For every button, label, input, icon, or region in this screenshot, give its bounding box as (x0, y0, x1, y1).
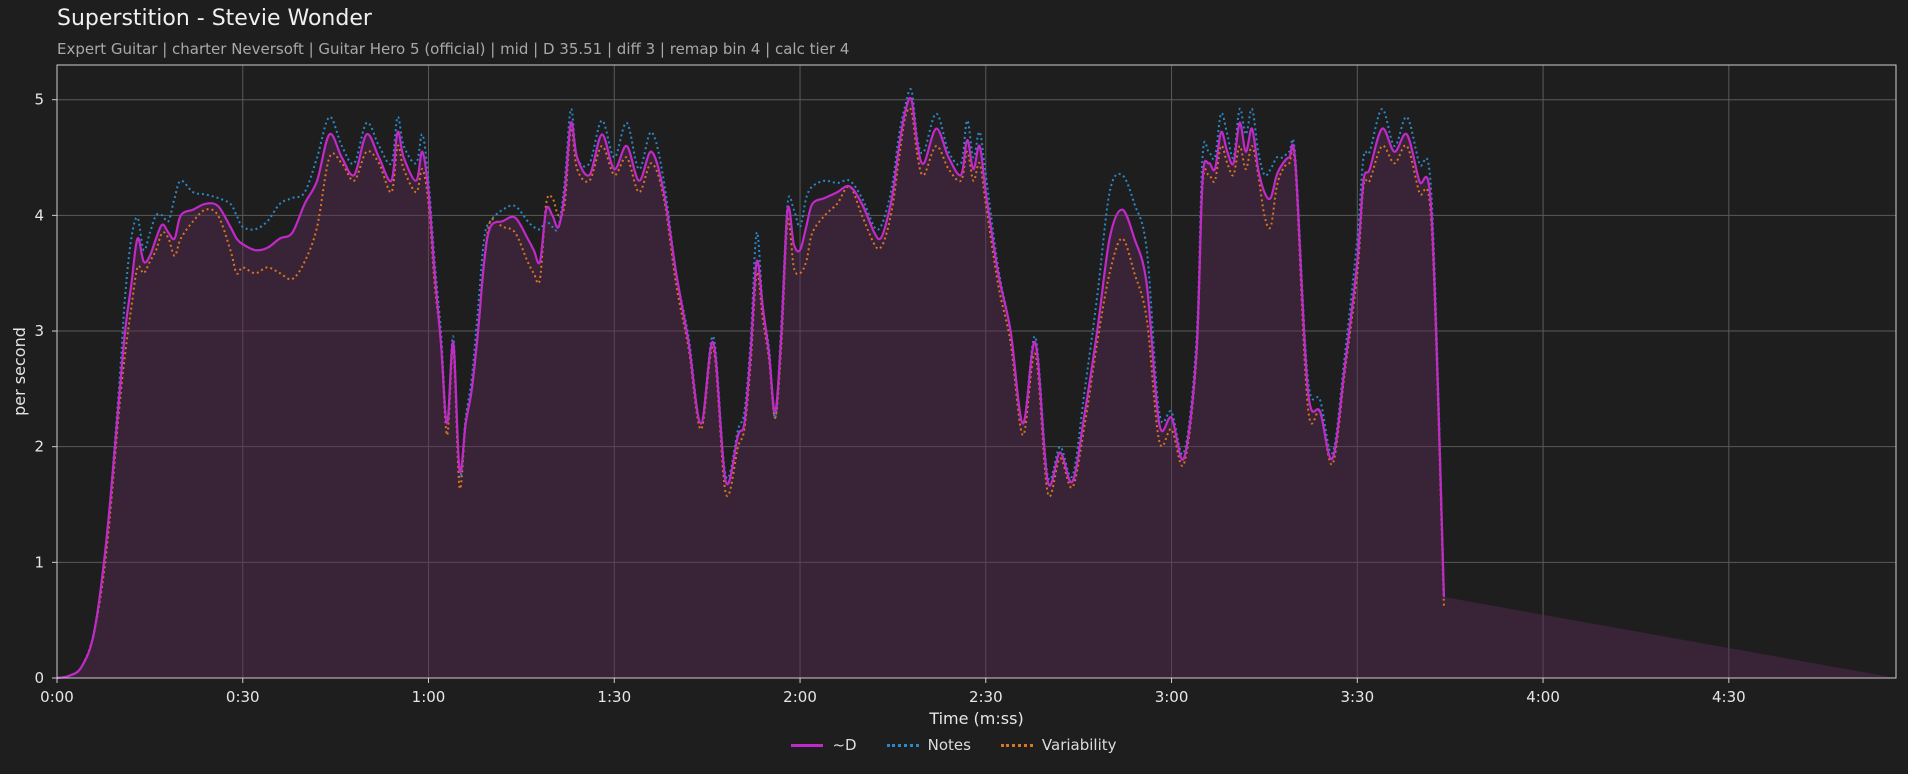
y-tick-label: 1 (34, 553, 44, 571)
x-tick-label: 2:00 (783, 688, 817, 706)
x-tick-label: 4:30 (1712, 688, 1746, 706)
x-axis-label: Time (m:ss) (928, 709, 1023, 728)
y-tick-label: 5 (34, 91, 44, 109)
x-ticks: 0:00 0:30 1:00 1:30 2:00 2:30 3:00 3:30 4:00 4:30 (40, 678, 1746, 706)
x-tick-label: 2:30 (969, 688, 1003, 706)
y-tick-label: 4 (34, 206, 44, 224)
x-tick-label: 4:00 (1526, 688, 1560, 706)
legend-swatch-variability (1000, 743, 1033, 747)
x-tick-label: 0:00 (40, 688, 74, 706)
x-tick-label: 1:30 (597, 688, 631, 706)
y-ticks: 0 1 2 3 4 5 (34, 91, 57, 687)
y-tick-label: 3 (34, 322, 44, 340)
area-fill (57, 97, 1896, 679)
legend-label-variability: Variability (1041, 736, 1117, 754)
legend-swatch-d (791, 743, 824, 747)
legend-swatch-notes (886, 743, 919, 747)
y-tick-label: 0 (34, 669, 44, 687)
x-tick-label: 0:30 (226, 688, 260, 706)
y-axis-label: per second (10, 327, 29, 416)
legend: ~D Notes Variability (0, 736, 1908, 754)
legend-item-variability: Variability (1000, 736, 1117, 754)
x-tick-label: 1:00 (412, 688, 446, 706)
legend-item-d: ~D (791, 736, 857, 754)
y-tick-label: 2 (34, 438, 44, 456)
x-tick-label: 3:30 (1340, 688, 1374, 706)
chart-svg: 0:00 0:30 1:00 1:30 2:00 2:30 3:00 3:30 4:00 4:30… (10, 64, 1897, 728)
legend-item-notes: Notes (886, 736, 971, 754)
x-tick-label: 3:00 (1155, 688, 1189, 706)
legend-label-notes: Notes (927, 736, 971, 754)
legend-label-d: ~D (832, 736, 857, 754)
